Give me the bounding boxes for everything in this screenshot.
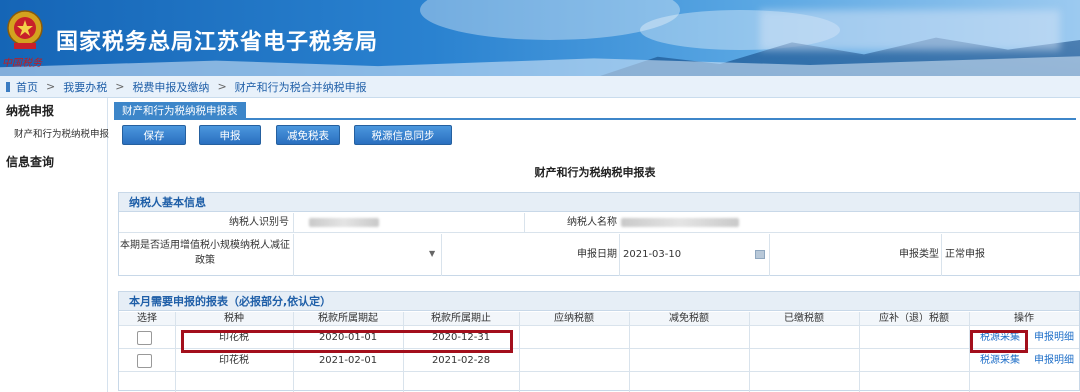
declare-type-value: 正常申报 [945, 249, 985, 260]
taxpayer-id-label: 纳税人识别号 [229, 217, 289, 228]
report-heading: 本月需要申报的报表（必报部分,依认定） [119, 292, 1079, 311]
col-actions: 操作 [1014, 313, 1034, 324]
breadcrumb-home[interactable]: 首页 [16, 79, 38, 95]
basic-info-panel: 纳税人基本信息 纳税人识别号 纳税人名称 本期是否适用增值税小规模纳税人减征 政… [118, 192, 1080, 276]
info-row-identity: 纳税人识别号 纳税人名称 [119, 213, 1079, 233]
declare-date-label: 申报日期 [577, 249, 617, 260]
table-row: 印花税 2021-02-01 2021-02-28 税源采集 申报明细 [119, 350, 1079, 372]
form-title: 财产和行为税纳税申报表 [534, 166, 656, 179]
taxpayer-name-label: 纳税人名称 [567, 217, 617, 228]
sidebar-item-property-tax[interactable]: 财产和行为税纳税申报 [0, 123, 109, 143]
breadcrumb-separator: > [217, 80, 227, 93]
sidebar: 纳税申报 财产和行为税纳税申报 信息查询 [0, 98, 109, 392]
row-select-checkbox[interactable] [137, 354, 152, 368]
action-highlight [970, 330, 1028, 353]
declare-detail-link[interactable]: 申报明细 [1029, 327, 1079, 349]
policy-label-line2: 政策 [195, 255, 215, 266]
divider [175, 312, 176, 392]
signature-logo: 中国税务 [2, 58, 42, 69]
report-panel: 本月需要申报的报表（必报部分,依认定） 选择 税种 税款所属期起 税款所属期止 … [118, 291, 1080, 392]
info-row-declare: 本期是否适用增值税小规模纳税人减征 政策 ▼ 申报日期 2021-03-10 申… [119, 234, 1079, 276]
calendar-icon[interactable] [755, 250, 765, 259]
breadcrumb-declare-pay[interactable]: 税费申报及缴纳 [132, 79, 209, 95]
sidebar-section-declare[interactable]: 纳税申报 [0, 98, 107, 123]
col-tax-type: 税种 [224, 313, 244, 324]
divider [293, 213, 294, 233]
site-header: 国家税务总局江苏省电子税务局 中国税务 [0, 0, 1080, 76]
col-tax-paid: 已缴税额 [784, 313, 824, 324]
declare-detail-link[interactable]: 申报明细 [1029, 350, 1079, 372]
tab-property-tax-form[interactable]: 财产和行为税纳税申报表 [114, 102, 246, 120]
tax-source-collect-link[interactable]: 税源采集 [973, 350, 1027, 372]
report-table-header: 选择 税种 税款所属期起 税款所属期止 应纳税额 减免税额 已缴税额 应补（退）… [119, 312, 1079, 326]
header-blurred-area [760, 10, 1060, 50]
declare-date-field[interactable]: 2021-03-10 [623, 234, 763, 276]
divider [519, 312, 520, 392]
breadcrumb-separator: > [46, 80, 56, 93]
col-select: 选择 [137, 313, 157, 324]
cell-period-end: 2021-02-28 [431, 355, 491, 366]
basic-info-heading: 纳税人基本信息 [119, 193, 1079, 212]
cell-period-start: 2021-02-01 [318, 355, 378, 366]
tax-reduction-button[interactable]: 减免税表 [276, 125, 340, 145]
header-cloud [420, 0, 680, 40]
row-highlight [181, 330, 513, 353]
divider [941, 234, 942, 276]
declare-button[interactable]: 申报 [199, 125, 261, 145]
declare-type-label: 申报类型 [899, 249, 939, 260]
site-title: 国家税务总局江苏省电子税务局 [56, 30, 379, 55]
divider [619, 234, 620, 276]
col-tax-refund: 应补（退）税额 [879, 313, 949, 324]
divider [293, 234, 294, 276]
sidebar-section-query[interactable]: 信息查询 [0, 149, 107, 174]
divider [859, 312, 860, 392]
taxpayer-id-redacted [309, 218, 379, 227]
policy-label: 本期是否适用增值税小规模纳税人减征 政策 [119, 238, 291, 268]
sync-tax-source-button[interactable]: 税源信息同步 [354, 125, 452, 145]
breadcrumb-current[interactable]: 财产和行为税合并纳税申报 [235, 79, 367, 95]
cell-tax-type: 印花税 [219, 355, 249, 366]
tax-emblem-icon [7, 10, 43, 49]
col-period-end: 税款所属期止 [431, 313, 491, 324]
breadcrumb-separator: > [115, 80, 125, 93]
taxpayer-name-redacted [621, 218, 739, 227]
col-tax-payable: 应纳税额 [554, 313, 594, 324]
row-select-checkbox[interactable] [137, 331, 152, 345]
col-tax-reduction: 减免税额 [669, 313, 709, 324]
save-button[interactable]: 保存 [122, 125, 186, 145]
main-content: 财产和行为税纳税申报表 保存 申报 减免税表 税源信息同步 财产和行为税纳税申报… [110, 98, 1080, 392]
divider [629, 312, 630, 392]
breadcrumb: 首页 > 我要办税 > 税费申报及缴纳 > 财产和行为税合并纳税申报 [0, 76, 1080, 98]
breadcrumb-marker-icon [6, 81, 10, 92]
tab-strip: 财产和行为税纳税申报表 [114, 102, 1076, 120]
policy-label-line1: 本期是否适用增值税小规模纳税人减征 [120, 240, 290, 251]
divider [441, 234, 442, 276]
policy-select[interactable]: ▼ [295, 234, 441, 276]
divider [749, 312, 750, 392]
col-period-start: 税款所属期起 [318, 313, 378, 324]
breadcrumb-my-tax[interactable]: 我要办税 [63, 79, 107, 95]
chevron-down-icon: ▼ [429, 249, 436, 258]
